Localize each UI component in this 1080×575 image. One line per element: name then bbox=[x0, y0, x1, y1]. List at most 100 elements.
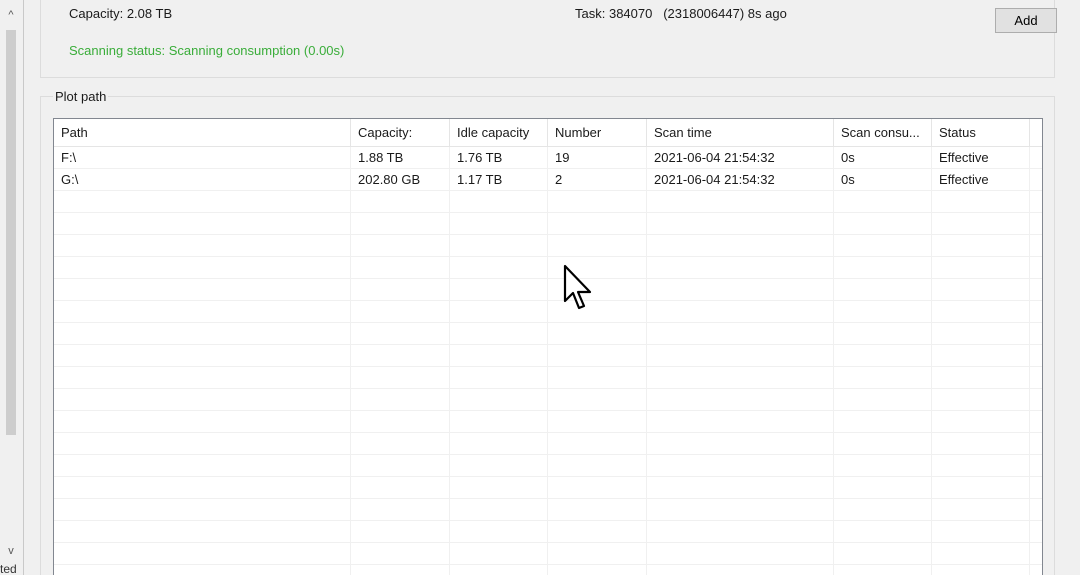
column-header-number[interactable]: Number bbox=[548, 119, 647, 147]
cell-number: 19 bbox=[548, 147, 647, 169]
cell-idle-capacity bbox=[450, 433, 548, 455]
cell-status bbox=[932, 323, 1030, 345]
add-button[interactable]: Add bbox=[995, 8, 1057, 33]
table-row[interactable] bbox=[54, 389, 1042, 411]
background-window-strip: ^ v ted bbox=[0, 0, 24, 575]
plot-path-legend: Plot path bbox=[53, 89, 109, 104]
column-header-idle-capacity[interactable]: Idle capacity bbox=[450, 119, 548, 147]
cell-idle-capacity bbox=[450, 301, 548, 323]
table-row[interactable] bbox=[54, 411, 1042, 433]
cell-scan-time bbox=[647, 477, 834, 499]
cell-scan-consumption bbox=[834, 389, 932, 411]
cell-scan-consumption bbox=[834, 543, 932, 565]
cell-path bbox=[54, 345, 351, 367]
table-row[interactable] bbox=[54, 235, 1042, 257]
cell-scan-time bbox=[647, 455, 834, 477]
mouse-pointer-icon bbox=[563, 264, 592, 310]
cell-filler bbox=[1030, 235, 1042, 257]
table-row[interactable] bbox=[54, 257, 1042, 279]
table-row[interactable] bbox=[54, 279, 1042, 301]
scroll-down-icon[interactable]: v bbox=[2, 542, 20, 560]
plot-path-list[interactable]: Path Capacity: Idle capacity Number Scan… bbox=[53, 118, 1043, 575]
cell-capacity bbox=[351, 477, 450, 499]
capacity-value: 2.08 TB bbox=[126, 6, 173, 21]
column-header-capacity[interactable]: Capacity: bbox=[351, 119, 450, 147]
list-header: Path Capacity: Idle capacity Number Scan… bbox=[54, 119, 1042, 147]
cell-scan-time bbox=[647, 499, 834, 521]
table-row[interactable] bbox=[54, 323, 1042, 345]
column-header-status[interactable]: Status bbox=[932, 119, 1030, 147]
cell-scan-time bbox=[647, 301, 834, 323]
table-row[interactable]: F:\ 1.88 TB 1.76 TB 19 2021-06-04 21:54:32 0s… bbox=[54, 147, 1042, 169]
cell-path bbox=[54, 235, 351, 257]
cell-filler bbox=[1030, 543, 1042, 565]
cell-status bbox=[932, 257, 1030, 279]
cell-capacity bbox=[351, 389, 450, 411]
cell-capacity bbox=[351, 455, 450, 477]
table-row[interactable] bbox=[54, 301, 1042, 323]
cell-capacity bbox=[351, 301, 450, 323]
cell-path bbox=[54, 323, 351, 345]
cell-filler bbox=[1030, 213, 1042, 235]
capacity-info: Capacity: 2.08 TB bbox=[69, 6, 172, 21]
capacity-label: Capacity: bbox=[69, 6, 124, 21]
table-row[interactable] bbox=[54, 455, 1042, 477]
cell-filler bbox=[1030, 499, 1042, 521]
cell-path bbox=[54, 499, 351, 521]
cell-filler bbox=[1030, 521, 1042, 543]
cell-scan-time bbox=[647, 257, 834, 279]
cell-scan-time bbox=[647, 411, 834, 433]
miner-window: Capacity: 2.08 TB Task: 384070 (23180064… bbox=[24, 0, 1080, 575]
cell-number bbox=[548, 521, 647, 543]
table-row[interactable] bbox=[54, 367, 1042, 389]
scroll-up-icon[interactable]: ^ bbox=[2, 6, 20, 24]
column-header-scan-time[interactable]: Scan time bbox=[647, 119, 834, 147]
table-row[interactable] bbox=[54, 191, 1042, 213]
cell-scan-time bbox=[647, 235, 834, 257]
cell-status bbox=[932, 565, 1030, 575]
table-row[interactable]: G:\ 202.80 GB 1.17 TB 2 2021-06-04 21:54:32 0… bbox=[54, 169, 1042, 191]
column-header-scan-consumption[interactable]: Scan consu... bbox=[834, 119, 932, 147]
vertical-scrollbar[interactable]: ^ v bbox=[2, 0, 20, 568]
table-row[interactable] bbox=[54, 521, 1042, 543]
cell-number bbox=[548, 411, 647, 433]
cell-idle-capacity bbox=[450, 543, 548, 565]
cell-capacity bbox=[351, 433, 450, 455]
cell-number bbox=[548, 433, 647, 455]
cell-status bbox=[932, 411, 1030, 433]
cell-filler bbox=[1030, 169, 1042, 191]
table-row[interactable] bbox=[54, 543, 1042, 565]
cell-path bbox=[54, 279, 351, 301]
cell-path bbox=[54, 521, 351, 543]
table-row[interactable] bbox=[54, 433, 1042, 455]
scan-status: Scanning status: Scanning consumption (0… bbox=[69, 43, 344, 58]
cell-filler bbox=[1030, 433, 1042, 455]
cell-scan-time bbox=[647, 191, 834, 213]
cell-filler bbox=[1030, 367, 1042, 389]
task-detail: (2318006447) 8s ago bbox=[663, 6, 787, 21]
cell-scan-consumption bbox=[834, 565, 932, 575]
table-row[interactable] bbox=[54, 345, 1042, 367]
column-header-path[interactable]: Path bbox=[54, 119, 351, 147]
cell-filler bbox=[1030, 257, 1042, 279]
screen: ^ v ted Capacity: 2.08 TB Task: 384070 (… bbox=[0, 0, 1080, 575]
cell-path bbox=[54, 543, 351, 565]
cell-status bbox=[932, 543, 1030, 565]
cell-idle-capacity bbox=[450, 411, 548, 433]
cell-path bbox=[54, 477, 351, 499]
cell-status bbox=[932, 499, 1030, 521]
cell-scan-consumption bbox=[834, 191, 932, 213]
cell-path bbox=[54, 191, 351, 213]
cell-capacity bbox=[351, 213, 450, 235]
cell-path: F:\ bbox=[54, 147, 351, 169]
table-row[interactable] bbox=[54, 565, 1042, 575]
cell-status: Effective bbox=[932, 147, 1030, 169]
table-row[interactable] bbox=[54, 499, 1042, 521]
scrollbar-thumb[interactable] bbox=[6, 30, 16, 435]
list-rows: F:\ 1.88 TB 1.76 TB 19 2021-06-04 21:54:32 0s… bbox=[54, 147, 1042, 575]
table-row[interactable] bbox=[54, 213, 1042, 235]
cell-number bbox=[548, 477, 647, 499]
cell-idle-capacity bbox=[450, 477, 548, 499]
cell-idle-capacity bbox=[450, 565, 548, 575]
table-row[interactable] bbox=[54, 477, 1042, 499]
